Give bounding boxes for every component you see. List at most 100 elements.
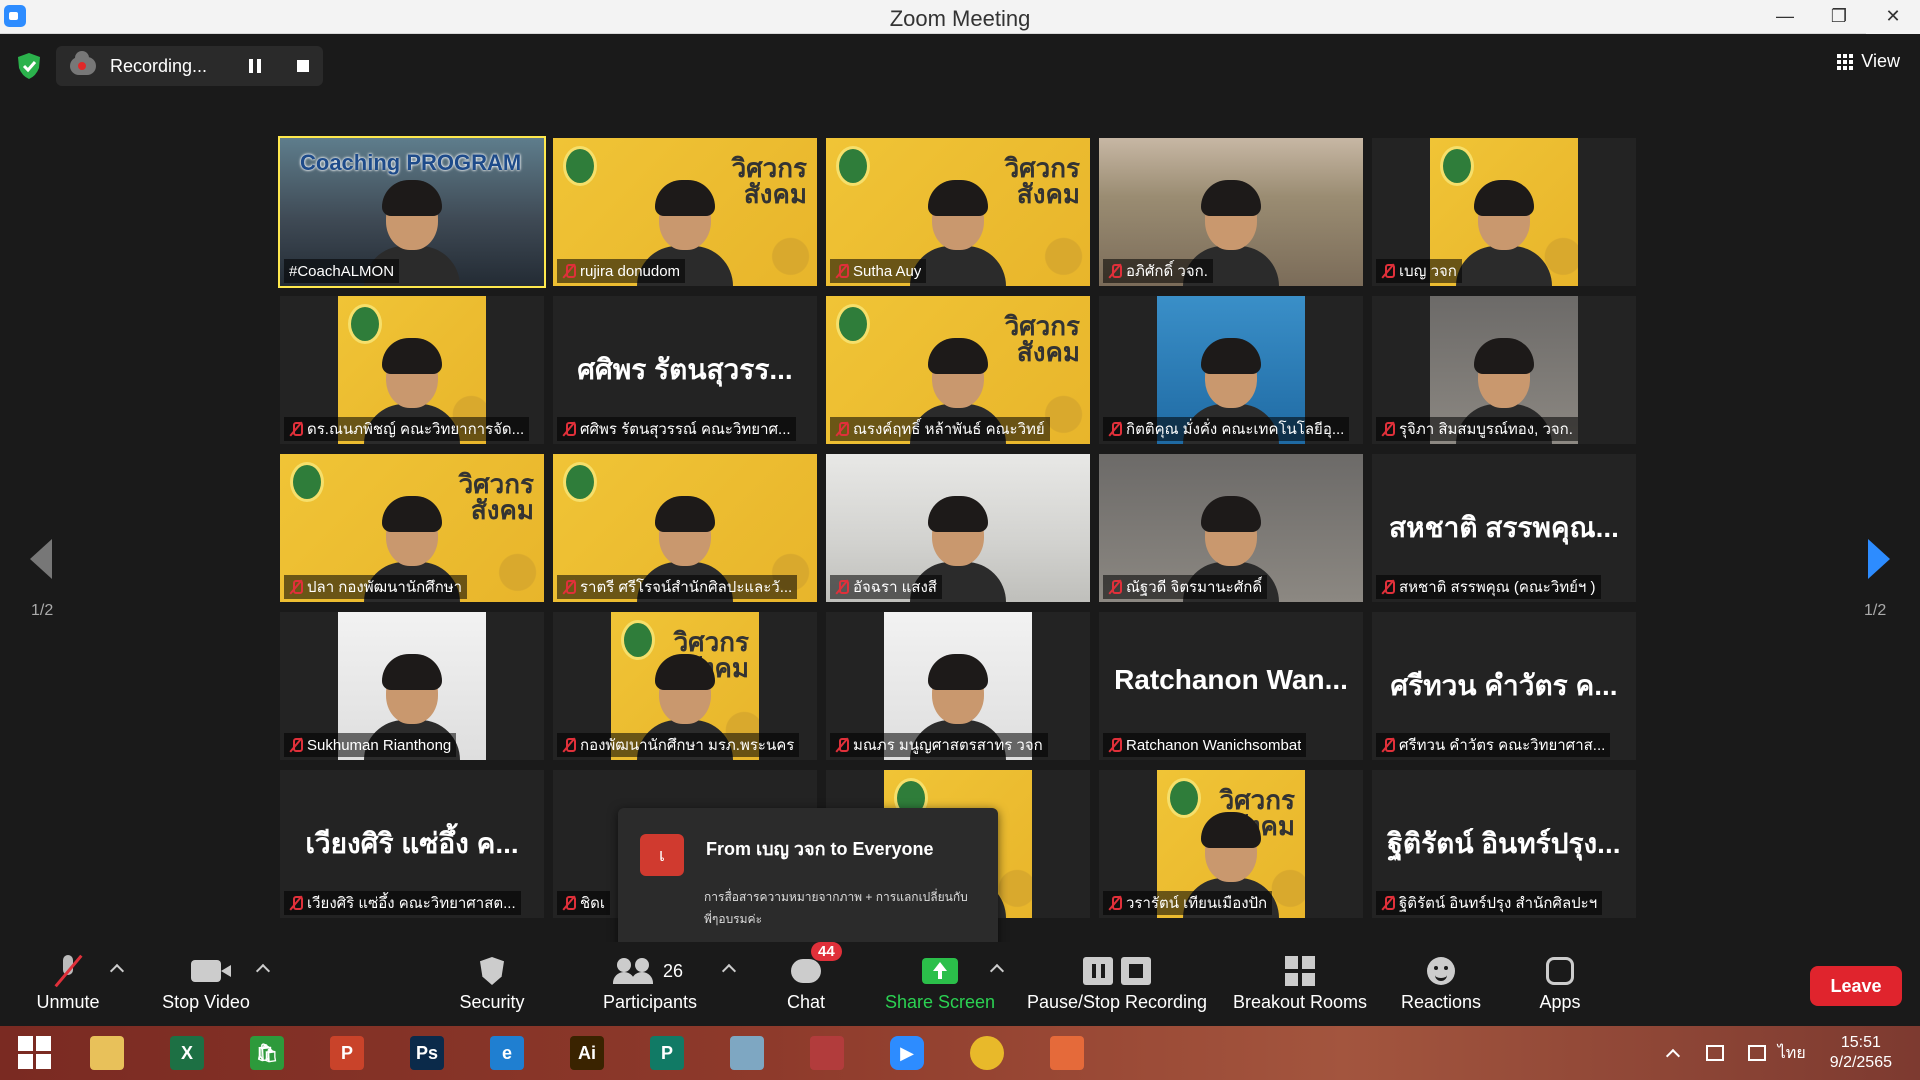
- participants-options-chevron-icon[interactable]: [721, 963, 737, 979]
- participant-name: ศศิพร รัตนสุวรรณ์ คณะวิทยาศ...: [580, 421, 791, 438]
- stop-icon: [1121, 957, 1151, 985]
- pause-stop-recording-button[interactable]: Pause/Stop Recording: [1024, 950, 1210, 1022]
- participant-display-name: เวียงศิริ แซ่อึ้ง ค...: [305, 828, 519, 859]
- reactions-button[interactable]: Reactions: [1396, 950, 1486, 1022]
- powerpoint-icon: P: [330, 1036, 364, 1070]
- participant-tile[interactable]: วิศวกร สังคม rujira donudom: [553, 138, 817, 286]
- participant-tile[interactable]: วิศวกร สังคม กองพัฒนานักศึกษา มรภ.พระนคร: [553, 612, 817, 760]
- window-titlebar: Zoom Meeting — ❐ ✕: [0, 0, 1920, 34]
- taskbar-app-illustrator[interactable]: Ai: [556, 1030, 618, 1076]
- encryption-shield-icon[interactable]: [16, 52, 42, 80]
- university-seal-icon: [836, 304, 870, 344]
- participant-tile[interactable]: วิศวกร สังคม Sutha Auy: [826, 138, 1090, 286]
- windows-start-icon: [18, 1036, 52, 1070]
- input-language[interactable]: ไทย: [1778, 1041, 1806, 1066]
- taskbar-app-notes[interactable]: [716, 1030, 778, 1076]
- breakout-rooms-button[interactable]: Breakout Rooms: [1230, 950, 1370, 1022]
- taskbar-app-store[interactable]: 🛍: [236, 1030, 298, 1076]
- participant-tile[interactable]: Sukhuman Rianthong: [280, 612, 544, 760]
- participant-tile[interactable]: กิตติคุณ มั่งคั่ง คณะเทคโนโลยีอุ...: [1099, 296, 1363, 444]
- participant-tile[interactable]: ศศิพร รัตนสุวรร... ศศิพร รัตนสุวรรณ์ คณะว…: [553, 296, 817, 444]
- chat-bubble-icon: [791, 959, 821, 983]
- participant-tile[interactable]: อัจฉรา แสงสี: [826, 454, 1090, 602]
- participants-icon: [612, 958, 655, 984]
- participant-tile[interactable]: มณภร มนูญศาสตรสาทร วจก: [826, 612, 1090, 760]
- participant-name: รุจิภา สิมสมบูรณ์ทอง, วจก.: [1399, 421, 1573, 438]
- participant-name: วรารัตน์ เทียนเมืองปัก: [1126, 895, 1268, 912]
- participant-tile[interactable]: อภิศักดิ์ วจก.: [1099, 138, 1363, 286]
- participant-tile[interactable]: ฐิติรัตน์ อินทร์ปรุง... ฐิติรัตน์ อินทร์ป…: [1372, 770, 1636, 918]
- participant-tile[interactable]: วิศวกร สังคม วรารัตน์ เทียนเมืองปัก: [1099, 770, 1363, 918]
- participant-tile[interactable]: ราตรี ศรีโรจน์สำนักศิลปะและวั...: [553, 454, 817, 602]
- close-button[interactable]: ✕: [1866, 0, 1920, 34]
- muted-mic-icon: [562, 895, 576, 911]
- participant-name: เบญ วจก: [1399, 263, 1457, 280]
- participant-name-tag: กิตติคุณ มั่งคั่ง คณะเทคโนโลยีอุ...: [1103, 417, 1350, 441]
- taskbar-app-photoshop[interactable]: Ps: [396, 1030, 458, 1076]
- action-center-flag-icon[interactable]: [1705, 1045, 1724, 1061]
- pause-recording-icon[interactable]: [249, 59, 262, 73]
- muted-mic-icon: [289, 737, 303, 753]
- taskbar-app-file-explorer[interactable]: [76, 1030, 138, 1076]
- chat-notification-popup[interactable]: เ From เบญ วจก to Everyone การสื่อสารควา…: [618, 808, 998, 968]
- minimize-button[interactable]: —: [1758, 0, 1812, 34]
- participant-name-tag: rujira donudom: [557, 259, 686, 283]
- taskbar-app-internet-explorer[interactable]: e: [476, 1030, 538, 1076]
- participant-name-tag: Sutha Auy: [830, 259, 927, 283]
- tray-expand-chevron-icon[interactable]: [1665, 1048, 1680, 1064]
- notes-icon: [730, 1036, 764, 1070]
- muted-mic-icon: [1108, 895, 1122, 911]
- taskbar-app-photoscape[interactable]: [796, 1030, 858, 1076]
- next-page-arrow-icon[interactable]: [1868, 539, 1890, 579]
- view-button[interactable]: View: [1837, 51, 1900, 72]
- taskbar-app-zoom[interactable]: ▶: [876, 1030, 938, 1076]
- participant-tile[interactable]: Coaching PROGRAM #CoachALMON: [278, 136, 546, 288]
- video-options-chevron-icon[interactable]: [255, 963, 271, 979]
- participant-tile[interactable]: เวียงศิริ แซ่อึ้ง ค... เวียงศิริ แซ่อึ้ง …: [280, 770, 544, 918]
- stop-video-button[interactable]: Stop Video: [156, 950, 256, 1022]
- apps-icon: [1546, 957, 1574, 985]
- participant-name: ณัฐวดี จิตรมานะศักดิ์: [1126, 579, 1263, 596]
- participant-tile[interactable]: ดร.ณนภพิชญ์ คณะวิทยาการจัด...: [280, 296, 544, 444]
- taskbar-app-publisher[interactable]: P: [636, 1030, 698, 1076]
- participant-tile[interactable]: ศรีทวน คำวัตร ค... ศรีทวน คำวัตร คณะวิทยา…: [1372, 612, 1636, 760]
- security-button[interactable]: Security: [450, 950, 534, 1022]
- participant-tile[interactable]: รุจิภา สิมสมบูรณ์ทอง, วจก.: [1372, 296, 1636, 444]
- taskbar-app-excel[interactable]: X: [156, 1030, 218, 1076]
- restore-button[interactable]: ❐: [1812, 0, 1866, 34]
- leave-button[interactable]: Leave: [1810, 966, 1902, 1006]
- clock-time: 15:51: [1840, 1034, 1881, 1051]
- participant-tile[interactable]: สหชาติ สรรพคุณ... สหชาติ สรรพคุณ (คณะวิทย…: [1372, 454, 1636, 602]
- participant-display-name: ศศิพร รัตนสุวรร...: [577, 354, 793, 385]
- previous-page-arrow-icon[interactable]: [30, 539, 52, 579]
- taskbar-app-paint[interactable]: [1036, 1030, 1098, 1076]
- taskbar-app-windows-start[interactable]: [4, 1030, 66, 1076]
- participant-name-tag: ศศิพร รัตนสุวรรณ์ คณะวิทยาศ...: [557, 417, 796, 441]
- participant-display-name: ฐิติรัตน์ อินทร์ปรุง...: [1387, 828, 1621, 859]
- participant-tile[interactable]: Ratchanon Wan... Ratchanon Wanichsombat: [1099, 612, 1363, 760]
- network-icon[interactable]: [1747, 1045, 1766, 1061]
- muted-mic-icon: [835, 263, 849, 279]
- muted-mic-icon: [562, 579, 576, 595]
- photoscape-icon: [810, 1036, 844, 1070]
- university-seal-icon: [563, 146, 597, 186]
- participant-tile[interactable]: วิศวกร สังคม ณรงค์ฤทธิ์ หล้าพันธ์ คณะวิทย…: [826, 296, 1090, 444]
- participants-button[interactable]: 26 Participants: [600, 950, 700, 1022]
- apps-button[interactable]: Apps: [1528, 950, 1592, 1022]
- participant-tile[interactable]: เบญ วจก: [1372, 138, 1636, 286]
- participant-tile[interactable]: ณัฐวดี จิตรมานะศักดิ์: [1099, 454, 1363, 602]
- background-brand-text: วิศวกร สังคม: [1004, 154, 1080, 210]
- publisher-icon: P: [650, 1036, 684, 1070]
- audio-options-chevron-icon[interactable]: [109, 963, 125, 979]
- chat-button[interactable]: 44 Chat: [776, 942, 842, 1022]
- unmute-button[interactable]: Unmute: [28, 950, 108, 1022]
- taskbar-app-powerpoint[interactable]: P: [316, 1030, 378, 1076]
- share-screen-button[interactable]: Share Screen: [884, 950, 996, 1022]
- taskbar-app-chrome[interactable]: [956, 1030, 1018, 1076]
- muted-mic-icon: [835, 737, 849, 753]
- participant-tile[interactable]: วิศวกร สังคม ปลา กองพัฒนานักศึกษา: [280, 454, 544, 602]
- taskbar-clock[interactable]: 15:51 9/2/2565: [1830, 1033, 1892, 1073]
- background-banner-text: Coaching PROGRAM: [300, 150, 522, 175]
- participant-name-tag: อัจฉรา แสงสี: [830, 575, 942, 599]
- stop-recording-icon[interactable]: [297, 60, 310, 72]
